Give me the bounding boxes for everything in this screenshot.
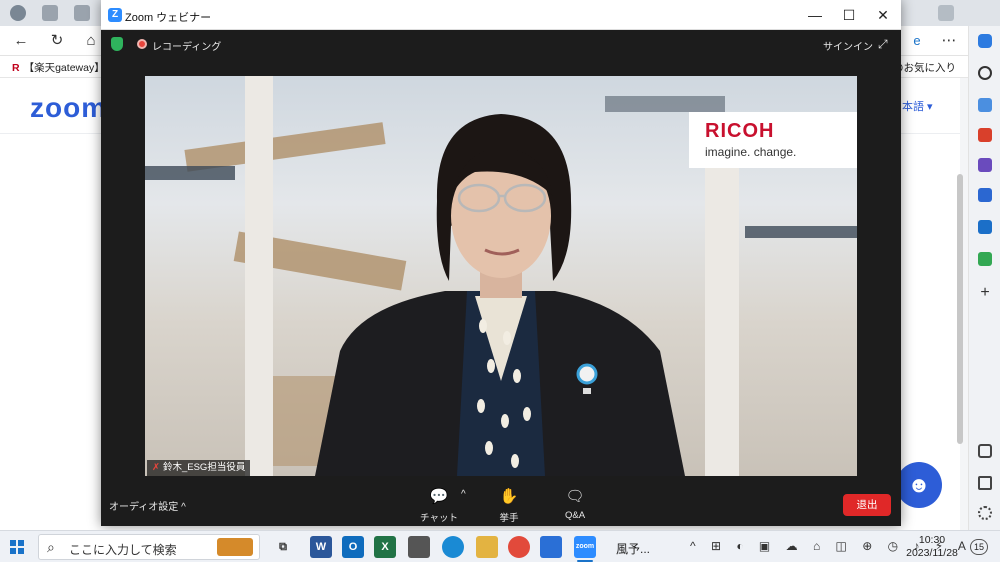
zoom-titlebar: Z Zoom ウェビナー — ☐ ✕ bbox=[101, 0, 901, 30]
clock-time: 10:30 bbox=[918, 534, 946, 546]
chrome-icon[interactable] bbox=[508, 536, 530, 558]
add-icon[interactable]: + bbox=[978, 285, 992, 301]
zoom-logo[interactable]: zoom bbox=[30, 92, 107, 124]
search-highlight-icon bbox=[217, 538, 253, 556]
clock-date: 2023/11/28 bbox=[906, 547, 958, 559]
outlook-icon[interactable] bbox=[978, 220, 992, 234]
zoom-webinar-window: Z Zoom ウェビナー — ☐ ✕ レコーディング サインイン ⤢ RICOH… bbox=[101, 0, 901, 526]
close-icon[interactable]: ✕ bbox=[873, 5, 893, 25]
search-icon[interactable] bbox=[978, 66, 992, 80]
refresh-icon[interactable]: ↻ bbox=[48, 32, 66, 50]
bookmark-rakuten[interactable]: R 【楽天gateway】楽 bbox=[12, 60, 115, 75]
tools-icon[interactable] bbox=[978, 128, 992, 142]
qa-label: Q&A bbox=[564, 510, 586, 521]
search-placeholder: ここに入力して検索 bbox=[69, 543, 177, 557]
excel-icon[interactable]: X bbox=[374, 536, 396, 558]
external-link-icon[interactable] bbox=[978, 476, 992, 490]
taskbar-search[interactable]: ⌕ ここに入力して検索 bbox=[38, 534, 260, 560]
leave-button[interactable]: 退出 bbox=[843, 494, 891, 516]
speaker-figure bbox=[315, 114, 685, 476]
more-menu-icon[interactable]: ⋯ bbox=[940, 32, 958, 50]
chat-help-button[interactable]: ☻ bbox=[896, 462, 942, 508]
workspaces-icon[interactable] bbox=[42, 5, 58, 21]
participant-name-tag: ✗ 鈴木_ESG担当役員 bbox=[147, 460, 251, 476]
word-icon[interactable]: W bbox=[310, 536, 332, 558]
settings-icon[interactable] bbox=[978, 506, 992, 520]
task-view-icon[interactable]: ⧉ bbox=[272, 536, 294, 558]
speaker-video: RICOH imagine. change. ✗ 鈴木_ESG担当役員 bbox=[145, 76, 857, 476]
tab-actions-icon[interactable] bbox=[74, 5, 90, 21]
recording-icon bbox=[137, 39, 147, 49]
games-icon[interactable] bbox=[978, 158, 992, 172]
edge-taskbar-icon[interactable] bbox=[442, 536, 464, 558]
qa-button[interactable]: 🗨 Q&A bbox=[553, 488, 597, 521]
app-icon[interactable] bbox=[408, 536, 430, 558]
outlook-icon[interactable]: O bbox=[342, 536, 364, 558]
chat-bubble-icon: ☻ bbox=[907, 472, 931, 497]
participant-name: 鈴木_ESG担当役員 bbox=[162, 462, 246, 473]
zoom-meeting-topbar: レコーディング サインイン ⤢ bbox=[101, 30, 901, 58]
chat-options-chevron-icon[interactable]: ^ bbox=[461, 489, 466, 500]
home-icon[interactable]: ⌂ bbox=[82, 32, 100, 50]
raise-hand-label: 挙手 bbox=[499, 513, 519, 524]
profile-icon[interactable] bbox=[10, 5, 26, 21]
chat-label: チャット bbox=[420, 513, 458, 524]
minimize-browser-icon[interactable] bbox=[938, 5, 954, 21]
recording-label: レコーディング bbox=[152, 42, 222, 53]
sidebar-layout-icon[interactable] bbox=[978, 444, 992, 458]
weather-widget[interactable]: 風予... bbox=[616, 540, 650, 557]
signin-button[interactable]: サインイン bbox=[823, 38, 873, 53]
webex-icon[interactable] bbox=[540, 536, 562, 558]
zoom-app-icon: Z bbox=[108, 8, 122, 22]
rakuten-icon: R bbox=[12, 62, 20, 74]
taskbar-clock[interactable]: 10:30 2023/11/28 bbox=[900, 534, 964, 560]
minimize-icon[interactable]: — bbox=[805, 5, 825, 25]
zoom-taskbar-icon[interactable]: zoom bbox=[574, 536, 596, 558]
security-shield-icon[interactable] bbox=[111, 37, 123, 51]
maximize-icon[interactable]: ☐ bbox=[839, 5, 859, 25]
window-title: Zoom ウェビナー bbox=[125, 12, 212, 24]
zoom-controls-bar: オーディオ設定 ^ 💬 チャット ^ ✋ 挙手 🗨 Q&A 退出 bbox=[101, 480, 901, 526]
chat-button[interactable]: 💬 チャット bbox=[417, 488, 461, 524]
language-selector[interactable]: 本語 ▾ bbox=[902, 98, 933, 114]
audio-settings-button[interactable]: オーディオ設定 ^ bbox=[109, 498, 186, 513]
raise-hand-button[interactable]: ✋ 挙手 bbox=[487, 488, 531, 524]
mic-muted-icon: ✗ bbox=[152, 462, 160, 473]
shopping-icon[interactable] bbox=[978, 98, 992, 112]
windows-taskbar: ⌕ ここに入力して検索 ⧉ W O X zoom 風予... ^ ⊞ ◐ ▣ ☁… bbox=[0, 530, 1000, 562]
file-explorer-icon[interactable] bbox=[476, 536, 498, 558]
chat-icon: 💬 bbox=[429, 488, 449, 505]
copilot-icon[interactable] bbox=[978, 34, 992, 48]
microsoft365-icon[interactable] bbox=[978, 188, 992, 202]
fullscreen-icon[interactable]: ⤢ bbox=[878, 37, 888, 52]
qa-icon: 🗨 bbox=[565, 488, 585, 505]
notification-badge[interactable]: 15 bbox=[970, 539, 988, 555]
drop-icon[interactable] bbox=[978, 252, 992, 266]
page-scrollbar[interactable] bbox=[957, 174, 963, 444]
edge-sidebar: + bbox=[968, 26, 1000, 530]
windows-start-icon[interactable] bbox=[10, 540, 24, 554]
edge-icon[interactable]: e bbox=[908, 32, 926, 50]
back-icon[interactable]: ← bbox=[12, 32, 30, 50]
hand-icon: ✋ bbox=[499, 488, 519, 505]
search-icon: ⌕ bbox=[47, 539, 55, 555]
